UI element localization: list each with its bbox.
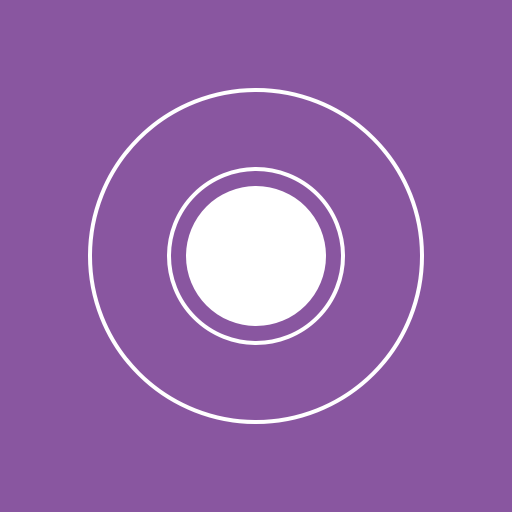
app-icon [0,0,512,512]
center-dot [186,186,326,326]
concentric-circles-icon [0,0,512,512]
